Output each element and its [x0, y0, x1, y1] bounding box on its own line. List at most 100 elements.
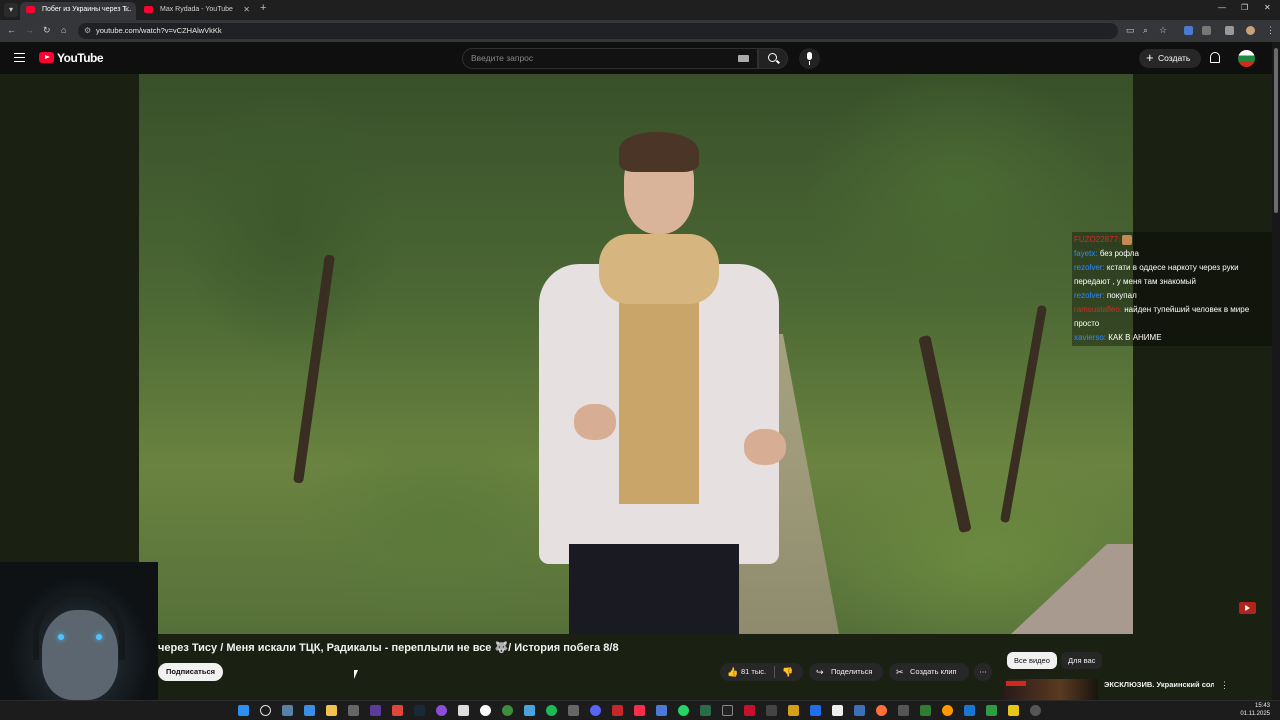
home-icon[interactable]: ⌂ — [61, 25, 66, 35]
scissors-icon: ✂ — [896, 667, 904, 677]
zoom-icon[interactable]: ⌕ — [1143, 25, 1148, 36]
like-button[interactable]: 👍 81 тыс. — [720, 663, 780, 681]
video-player[interactable] — [139, 74, 1133, 634]
yandex-browser-icon[interactable] — [480, 705, 491, 716]
profile-avatar-icon[interactable] — [1246, 26, 1255, 35]
app-icon[interactable] — [964, 705, 975, 716]
hamburger-menu-icon[interactable] — [14, 53, 25, 62]
chat-text: КАК В АНИМЕ — [1108, 333, 1162, 342]
whatsapp-icon[interactable] — [678, 705, 689, 716]
next-video-thumbnail[interactable] — [1004, 679, 1098, 700]
steam-icon[interactable] — [414, 705, 425, 716]
app-icon[interactable] — [436, 705, 447, 716]
widgets-icon[interactable] — [304, 705, 315, 716]
close-window-icon[interactable]: ✕ — [1264, 3, 1271, 12]
bookmark-star-icon[interactable]: ☆ — [1159, 25, 1167, 36]
create-button[interactable]: + Создать — [1139, 49, 1201, 68]
app-icon[interactable] — [370, 705, 381, 716]
app-icon[interactable] — [810, 705, 821, 716]
firefox-icon[interactable] — [876, 705, 887, 716]
app-icon[interactable] — [854, 705, 865, 716]
app-icon[interactable] — [744, 705, 755, 716]
app-icon[interactable] — [766, 705, 777, 716]
reload-icon[interactable]: ↻ — [43, 25, 51, 36]
notifications-bell-icon[interactable] — [1210, 52, 1220, 63]
discord-icon[interactable] — [590, 705, 601, 716]
youtube-logo-icon[interactable] — [39, 52, 54, 63]
url-field[interactable]: ⚙ youtube.com/watch?v=vCZHAlwVkKk — [78, 23, 1118, 39]
close-tab-icon[interactable]: ✕ — [243, 2, 250, 18]
tab-search-button[interactable]: ▾ — [4, 3, 18, 17]
account-avatar[interactable] — [1238, 50, 1255, 67]
keyboard-icon[interactable] — [738, 55, 749, 62]
task-view-icon[interactable] — [282, 705, 293, 716]
more-actions-button[interactable]: ⋯ — [974, 663, 992, 681]
hand — [574, 404, 616, 440]
minimize-icon[interactable]: — — [1218, 3, 1226, 12]
browser-tab-active[interactable]: Побег из Украины через Т... ✕ — [20, 2, 136, 20]
chat-message: rezolver: покупал — [1074, 289, 1270, 303]
app-icon[interactable] — [1030, 705, 1041, 716]
chat-text: без рофла — [1099, 249, 1139, 258]
system-clock[interactable]: 15:43 01.11.2025 — [1240, 702, 1270, 718]
browser-tab[interactable]: Max Rydada - YouTube ✕ — [138, 2, 256, 20]
extension-icon[interactable] — [1184, 26, 1193, 35]
voice-search-mic-icon[interactable] — [799, 48, 820, 69]
site-info-icon[interactable]: ⚙ — [84, 23, 91, 39]
chip-all-videos[interactable]: Все видео — [1007, 652, 1057, 669]
app-icon[interactable] — [568, 705, 579, 716]
subscribe-button[interactable]: Подписаться — [158, 663, 223, 681]
app-icon[interactable] — [700, 705, 711, 716]
app-icon[interactable] — [942, 705, 953, 716]
tree-trunk — [293, 254, 335, 484]
app-icon[interactable] — [524, 705, 535, 716]
calculator-icon[interactable] — [458, 705, 469, 716]
youtube-logo-text[interactable]: YouTube — [57, 51, 104, 65]
page-scrollbar-thumb[interactable] — [1274, 48, 1278, 213]
app-icon[interactable] — [612, 705, 623, 716]
start-windows-icon[interactable] — [238, 705, 249, 716]
create-clip-button[interactable]: ✂ Создать клип — [889, 663, 969, 681]
spotify-icon[interactable] — [546, 705, 557, 716]
kebab-menu-icon[interactable]: ⋮ — [1220, 680, 1229, 691]
app-icon[interactable] — [392, 705, 403, 716]
chrome-icon[interactable] — [502, 705, 513, 716]
new-tab-icon[interactable]: + — [260, 2, 266, 14]
next-video-title[interactable]: ЭКСКЛЮЗИВ. Украинский солдат рассказывае… — [1104, 680, 1214, 690]
app-icon[interactable] — [788, 705, 799, 716]
app-icon[interactable] — [348, 705, 359, 716]
app-icon[interactable] — [920, 705, 931, 716]
search-input[interactable]: Введите запрос — [462, 48, 758, 69]
hood — [599, 234, 719, 304]
chat-text: покупал — [1106, 291, 1137, 300]
app-icon[interactable] — [1008, 705, 1019, 716]
search-icon — [768, 53, 777, 62]
share-button[interactable]: ↪ Поделиться — [809, 663, 883, 681]
app-icon[interactable] — [832, 705, 843, 716]
app-icon[interactable] — [898, 705, 909, 716]
chat-message: xavierso: КАК В АНИМЕ — [1074, 331, 1270, 345]
download-icon[interactable] — [1225, 26, 1234, 35]
forward-icon[interactable]: → — [25, 25, 34, 35]
cast-icon[interactable]: ▭ — [1126, 25, 1135, 36]
app-icon[interactable] — [656, 705, 667, 716]
more-horizontal-icon: ⋯ — [979, 667, 987, 676]
back-icon[interactable]: ← — [7, 25, 16, 35]
share-arrow-icon: ↪ — [816, 667, 824, 677]
chip-for-you[interactable]: Для вас — [1061, 652, 1103, 669]
terminal-icon[interactable] — [722, 705, 733, 716]
excel-icon[interactable] — [986, 705, 997, 716]
close-tab-icon[interactable]: ✕ — [123, 2, 130, 18]
screen: ▾ Побег из Украины через Т... ✕ Max Ryda… — [0, 0, 1280, 720]
dislike-button[interactable]: 👎 — [775, 663, 803, 681]
address-bar-row: ← → ↻ ⌂ ⚙ youtube.com/watch?v=vCZHAlwVkK… — [0, 20, 1280, 42]
file-explorer-icon[interactable] — [326, 705, 337, 716]
maximize-icon[interactable]: ❐ — [1241, 3, 1248, 12]
taskbar-search-icon[interactable] — [260, 705, 271, 716]
music-icon[interactable] — [634, 705, 645, 716]
extensions-puzzle-icon[interactable] — [1202, 26, 1211, 35]
browser-menu-icon[interactable]: ⋮ — [1266, 25, 1275, 36]
hair — [619, 132, 699, 172]
search-button[interactable] — [758, 48, 788, 69]
pavement — [1011, 544, 1133, 634]
